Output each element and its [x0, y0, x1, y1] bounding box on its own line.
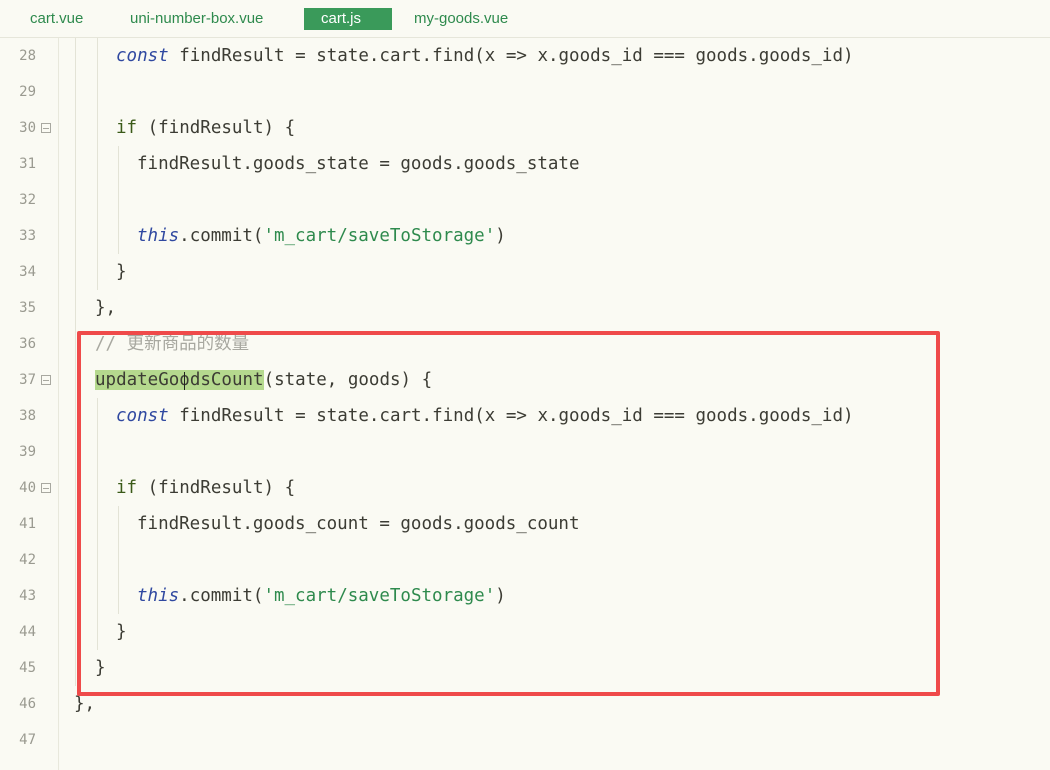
- line-number: 32: [19, 192, 36, 208]
- code-line: 29: [0, 74, 1050, 110]
- line-number: 35: [19, 300, 36, 316]
- code-line: 47: [0, 722, 1050, 758]
- code-text: updateGoodsCount(state, goods) {: [95, 362, 432, 398]
- code-fragment: .commit(: [179, 226, 264, 246]
- line-number: 30: [19, 120, 36, 136]
- code-text: }: [95, 658, 106, 678]
- code-line: 28 const findResult = state.cart.find(x …: [0, 38, 1050, 74]
- editor-area[interactable]: 28 const findResult = state.cart.find(x …: [0, 38, 1050, 770]
- code-fragment: ): [495, 586, 506, 606]
- code-fragment: findResult = state.cart.find(x => x.good…: [168, 406, 854, 426]
- line-number: 40: [19, 480, 36, 496]
- line-number: 36: [19, 336, 36, 352]
- line-number: 44: [19, 624, 36, 640]
- code-text: },: [74, 694, 96, 714]
- line-number: 28: [19, 48, 36, 64]
- line-number: 29: [19, 84, 36, 100]
- line-number: 42: [19, 552, 36, 568]
- keyword: this: [137, 586, 180, 606]
- code-fragment: .commit(: [179, 586, 264, 606]
- code-text: this.commit('m_cart/saveToStorage'): [137, 578, 506, 614]
- comment-text: // 更新商品的数量: [95, 334, 250, 354]
- tab-uni-number-box-vue[interactable]: uni-number-box.vue: [130, 8, 263, 30]
- code-line: 30 if (findResult) {: [0, 110, 1050, 146]
- code-line: 38 const findResult = state.cart.find(x …: [0, 398, 1050, 434]
- code-line: 43 this.commit('m_cart/saveToStorage'): [0, 578, 1050, 614]
- line-number: 33: [19, 228, 36, 244]
- line-number: 47: [19, 732, 36, 748]
- code-fragment: ): [495, 226, 506, 246]
- code-line: 36 // 更新商品的数量: [0, 326, 1050, 362]
- code-line: 44 }: [0, 614, 1050, 650]
- code-text: },: [95, 298, 117, 318]
- code-line: 33 this.commit('m_cart/saveToStorage'): [0, 218, 1050, 254]
- code-line: 34 }: [0, 254, 1050, 290]
- code-text: this.commit('m_cart/saveToStorage'): [137, 218, 506, 254]
- code-line: 31 findResult.goods_state = goods.goods_…: [0, 146, 1050, 182]
- code-text: }: [116, 262, 127, 282]
- code-text: if (findResult) {: [116, 470, 295, 506]
- code-text: const findResult = state.cart.find(x => …: [116, 38, 854, 74]
- string-literal: 'm_cart/saveToStorage': [263, 226, 496, 246]
- line-number: 37: [19, 372, 36, 388]
- line-number: 46: [19, 696, 36, 712]
- code-line: 40 if (findResult) {: [0, 470, 1050, 506]
- code-line: 32: [0, 182, 1050, 218]
- code-fragment: (findResult) {: [137, 478, 296, 498]
- line-number: 43: [19, 588, 36, 604]
- string-literal: 'm_cart/saveToStorage': [263, 586, 496, 606]
- code-fragment: (findResult) {: [137, 118, 296, 138]
- keyword: const: [116, 406, 169, 426]
- fold-toggle-icon[interactable]: [41, 375, 51, 385]
- tab-my-goods-vue[interactable]: my-goods.vue: [414, 8, 508, 30]
- line-number: 39: [19, 444, 36, 460]
- function-name-highlight: updateGoodsCount: [95, 370, 264, 390]
- code-text: }: [116, 622, 127, 642]
- code-text: findResult.goods_state = goods.goods_sta…: [137, 154, 580, 174]
- keyword: const: [116, 46, 169, 66]
- code-line: 46 },: [0, 686, 1050, 722]
- tab-bar: cart.vue uni-number-box.vue cart.js my-g…: [0, 0, 1050, 38]
- code-line: 42: [0, 542, 1050, 578]
- code-text: findResult.goods_count = goods.goods_cou…: [137, 514, 580, 534]
- line-number: 34: [19, 264, 36, 280]
- line-number: 31: [19, 156, 36, 172]
- code-fragment: (state, goods) {: [263, 370, 433, 390]
- code-line: 41 findResult.goods_count = goods.goods_…: [0, 506, 1050, 542]
- code-fragment: findResult = state.cart.find(x => x.good…: [168, 46, 854, 66]
- tab-cart-js[interactable]: cart.js: [304, 8, 392, 30]
- keyword: this: [137, 226, 180, 246]
- keyword: if: [116, 118, 138, 138]
- tab-cart-vue[interactable]: cart.vue: [30, 8, 83, 30]
- line-number: 41: [19, 516, 36, 532]
- fold-toggle-icon[interactable]: [41, 483, 51, 493]
- line-number: 38: [19, 408, 36, 424]
- text-cursor: [184, 372, 185, 390]
- code-line: 37 updateGoodsCount(state, goods) {: [0, 362, 1050, 398]
- code-editor-window: cart.vue uni-number-box.vue cart.js my-g…: [0, 0, 1050, 770]
- code-line: 45 }: [0, 650, 1050, 686]
- code-line: 35 },: [0, 290, 1050, 326]
- code-text: const findResult = state.cart.find(x => …: [116, 398, 854, 434]
- code-line: 39: [0, 434, 1050, 470]
- line-number: 45: [19, 660, 36, 676]
- fold-toggle-icon[interactable]: [41, 123, 51, 133]
- code-text: if (findResult) {: [116, 110, 295, 146]
- keyword: if: [116, 478, 138, 498]
